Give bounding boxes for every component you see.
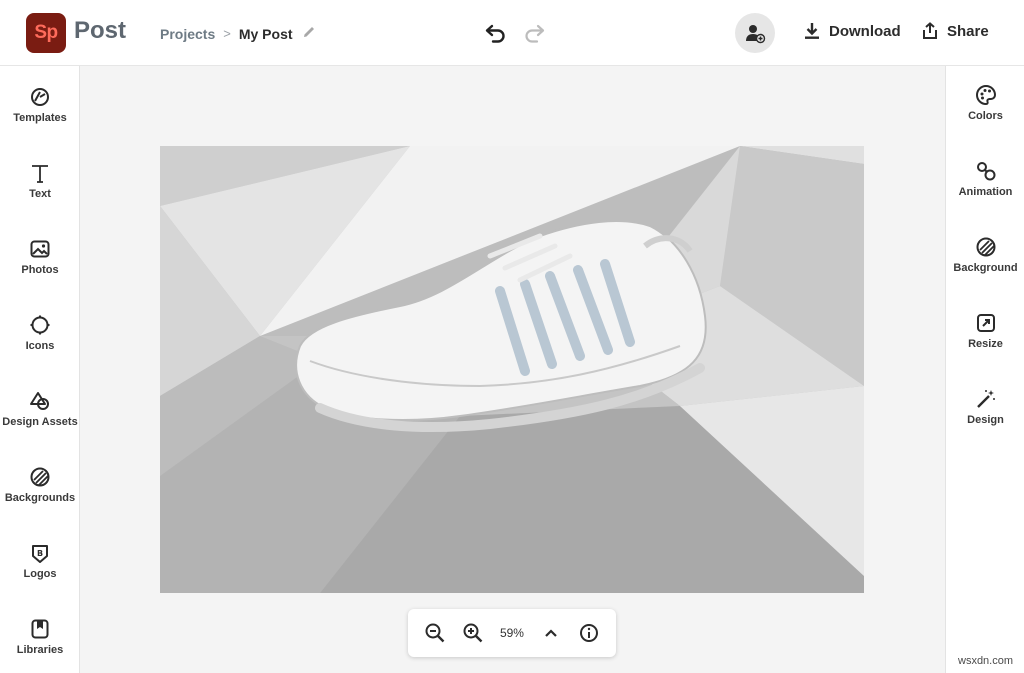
share-label: Share [947,22,989,40]
text-icon [32,165,48,183]
sidebar-label-background: Background [953,262,1018,274]
download-label: Download [829,22,901,40]
app-logo[interactable]: Sp [26,13,66,53]
magic-wand-icon [976,390,995,408]
app-name: Post [74,17,127,44]
history-controls [484,20,546,44]
add-person-icon [746,25,766,44]
download-icon [805,23,819,39]
svg-text:B: B [37,549,43,558]
share-button[interactable]: Share [921,22,989,40]
sidebar-label-design: Design [967,414,1004,426]
top-bar: Sp Post Projects > My Post Download Shar… [0,0,1024,66]
icons-icon [30,315,50,335]
sidebar-item-animation[interactable]: Animation [946,160,1024,220]
watermark-text: wsxdn.com [958,655,1014,667]
zoom-level[interactable]: 59% [500,626,524,640]
backgrounds-icon [30,467,50,487]
sidebar-item-templates[interactable]: Templates [0,86,80,146]
canvas-artwork [160,146,864,593]
design-assets-icon [30,392,49,410]
sidebar-item-design-assets[interactable]: Design Assets [0,390,80,450]
logos-icon: B [32,545,48,563]
sidebar-label-colors: Colors [968,110,1003,122]
sidebar-label-photos: Photos [21,264,59,276]
zoom-controls: 59% [408,609,616,657]
sidebar-item-libraries[interactable]: Libraries [0,618,80,673]
sidebar-item-background[interactable]: Background [946,236,1024,296]
undo-icon[interactable] [484,20,508,44]
breadcrumb-separator: > [223,26,231,41]
project-title[interactable]: My Post [239,26,293,42]
palette-icon [975,84,996,106]
sidebar-item-resize[interactable]: Resize [946,312,1024,372]
sidebar-label-resize: Resize [968,338,1003,350]
animation-icon [976,162,995,181]
breadcrumb-projects-link[interactable]: Projects [160,26,215,42]
zoom-in-icon[interactable] [462,622,484,644]
sidebar-label-logos: Logos [23,568,57,580]
right-sidebar: Colors Animation Background Resize Desig… [945,66,1024,673]
sidebar-item-design[interactable]: Design [946,388,1024,448]
share-icon [923,22,937,39]
sidebar-item-colors[interactable]: Colors [946,84,1024,144]
sidebar-label-icons: Icons [25,340,55,352]
sidebar-item-text[interactable]: Text [0,162,80,222]
sidebar-label-libraries: Libraries [16,644,64,656]
download-button[interactable]: Download [803,22,901,40]
sidebar-item-photos[interactable]: Photos [0,238,80,298]
invite-collaborator-button[interactable] [735,13,775,53]
background-icon [976,237,995,257]
redo-icon[interactable] [522,20,546,44]
photos-icon [30,240,50,258]
info-icon[interactable] [578,622,600,644]
edit-title-pencil-icon[interactable] [301,24,317,43]
breadcrumb: Projects > My Post [160,24,317,43]
templates-icon [31,88,49,106]
sidebar-item-icons[interactable]: Icons [0,314,80,374]
design-canvas[interactable] [160,146,864,593]
sidebar-label-backgrounds: Backgrounds [4,492,76,504]
libraries-icon [31,619,49,639]
sidebar-label-text: Text [29,188,51,200]
logo-text: Sp [34,22,58,43]
sidebar-label-design-assets: Design Assets [2,416,78,428]
zoom-out-icon[interactable] [424,622,446,644]
resize-icon [976,314,995,332]
left-sidebar: Templates Text Photos Icons Design Asset… [0,66,80,673]
chevron-up-icon[interactable] [540,622,562,644]
sidebar-label-templates: Templates [13,112,67,124]
sidebar-label-animation: Animation [958,186,1013,198]
sidebar-item-logos[interactable]: B Logos [0,542,80,602]
sidebar-item-backgrounds[interactable]: Backgrounds [0,466,80,526]
